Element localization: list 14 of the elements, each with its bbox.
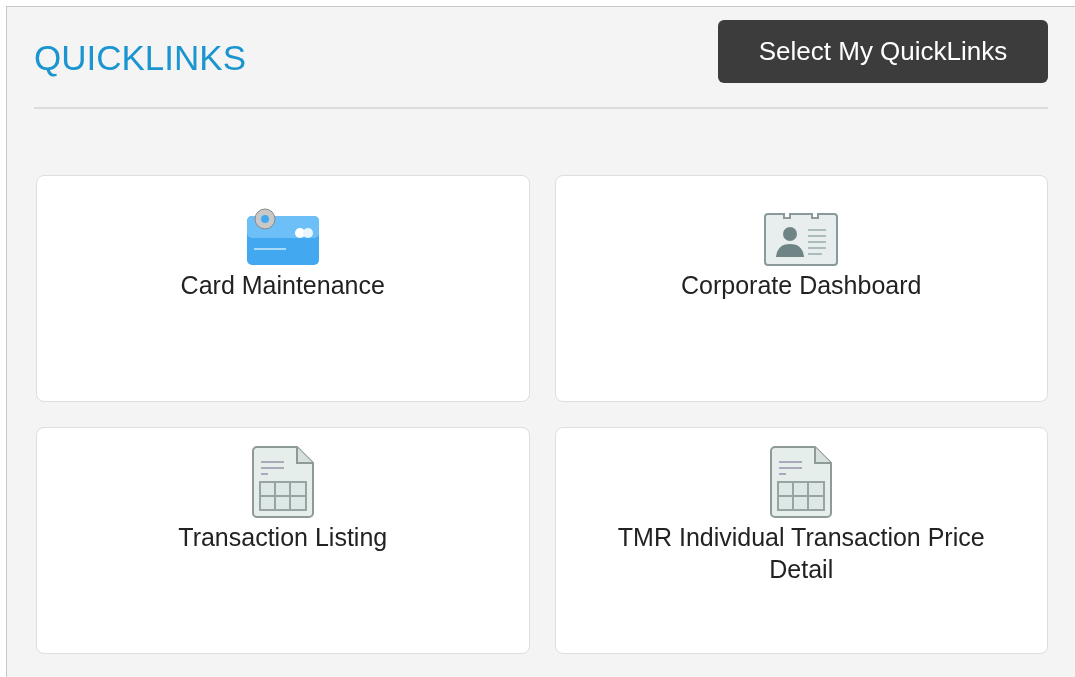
bank-card-icon — [245, 206, 320, 266]
tile-label: Transaction Listing — [177, 522, 389, 553]
tile-label: TMR Individual Transaction Price Detail — [616, 522, 986, 585]
tile-label: Corporate Dashboard — [680, 270, 923, 301]
spreadsheet-icon — [251, 446, 314, 518]
section-title: QUICKLINKS — [34, 39, 246, 75]
tile-label: Card Maintenance — [179, 270, 386, 301]
select-quicklinks-button[interactable]: Select My QuickLinks — [718, 19, 1048, 83]
spreadsheet-icon — [770, 446, 833, 518]
quicklink-tile[interactable]: Transaction Listing — [36, 427, 530, 654]
quicklink-tile[interactable]: Corporate Dashboard — [554, 175, 1048, 402]
quicklink-tile[interactable]: Card Maintenance — [36, 175, 530, 402]
quicklink-tile[interactable]: TMR Individual Transaction Price Detail — [554, 427, 1048, 654]
id-card-icon — [764, 210, 839, 266]
